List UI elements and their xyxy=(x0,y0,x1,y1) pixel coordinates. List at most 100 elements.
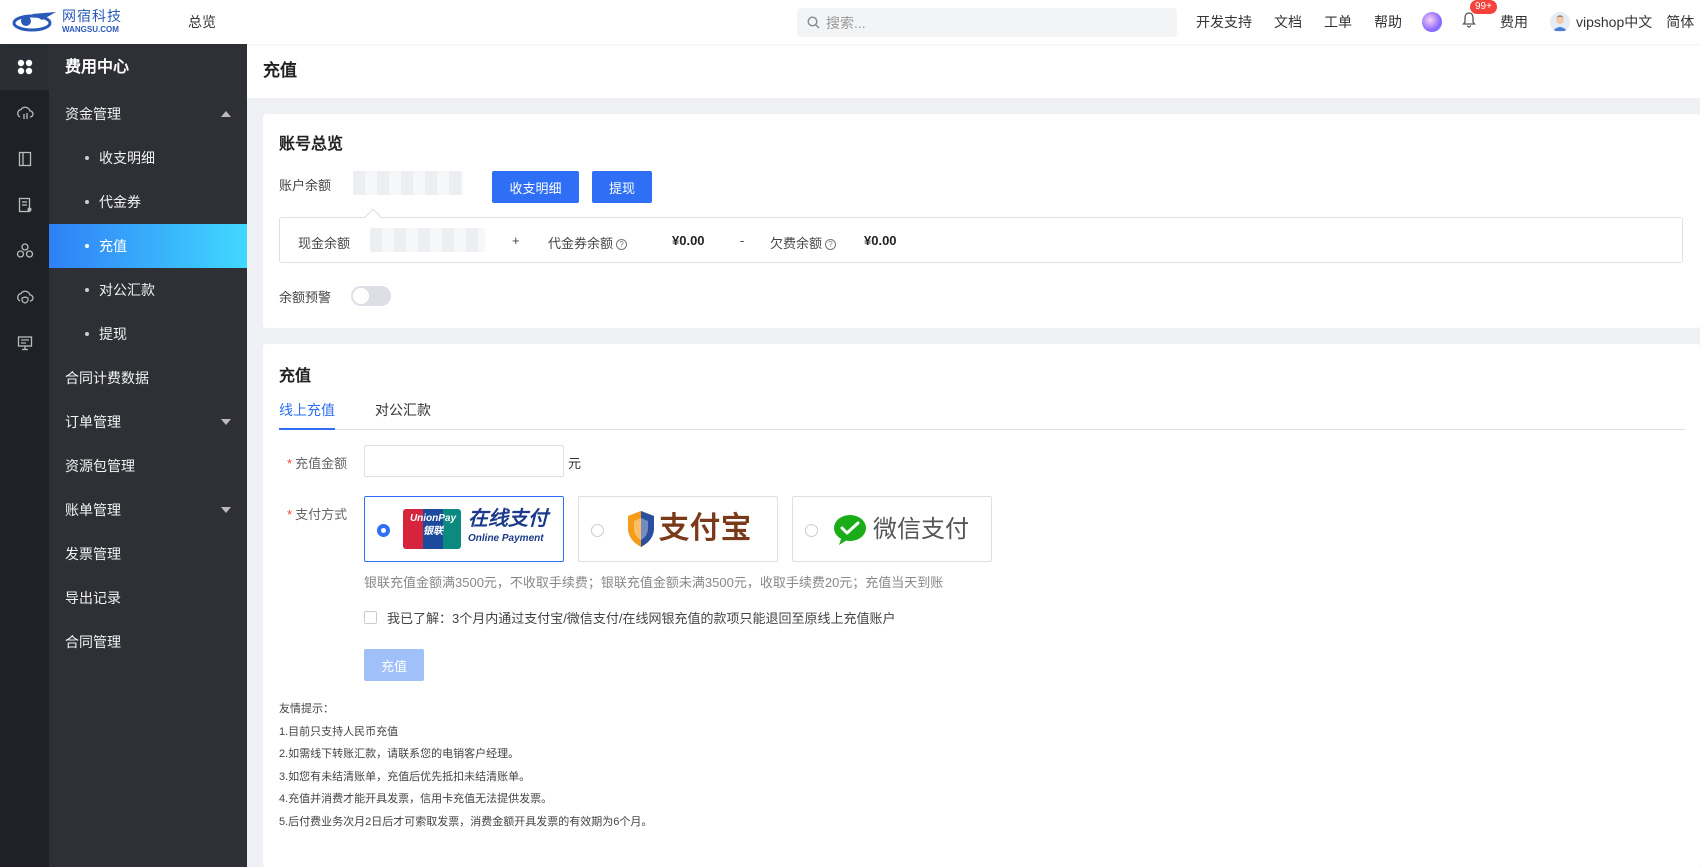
sidebar-item-exports[interactable]: 导出记录 xyxy=(49,576,247,620)
book-icon xyxy=(18,151,31,167)
minus-sign: - xyxy=(740,233,745,248)
sidebar-item-label: 代金券 xyxy=(99,194,141,210)
sidebar-item-contracts[interactable]: 合同管理 xyxy=(49,620,247,664)
logo[interactable]: 网宿科技 WANGSU.COM xyxy=(0,0,170,44)
transaction-detail-button[interactable]: 收支明细 xyxy=(492,171,579,203)
wechat-pay-text: 微信支付 xyxy=(873,516,969,543)
tips-title: 友情提示： xyxy=(279,703,334,715)
radio-icon xyxy=(805,524,818,537)
balance-warning-toggle[interactable] xyxy=(351,286,391,306)
account-balance-value-redacted xyxy=(353,171,463,195)
nav-dev-support[interactable]: 开发支持 xyxy=(1196,12,1252,32)
bell-icon xyxy=(1462,12,1476,28)
payment-method-label: * 支付方式 xyxy=(287,507,348,522)
amount-label: * 充值金额 xyxy=(287,456,348,471)
cloud-icon xyxy=(16,106,34,119)
avatar[interactable] xyxy=(1550,12,1570,32)
nav-tickets[interactable]: 工单 xyxy=(1324,12,1352,32)
sidebar-item-bills[interactable]: 账单管理 xyxy=(49,488,247,532)
tip-line: 1.目前只支持人民币充值 xyxy=(279,725,399,738)
sidebar-item-label: 导出记录 xyxy=(65,590,121,606)
logo-cn-text: 网宿科技 xyxy=(62,9,122,25)
account-overview-title: 账号总览 xyxy=(279,136,344,153)
recharge-title: 充值 xyxy=(279,368,312,385)
tab-online-recharge[interactable]: 线上充值 xyxy=(279,400,335,430)
submit-recharge-button[interactable]: 充值 xyxy=(364,649,424,681)
cash-balance-label: 现金余额 xyxy=(298,236,351,251)
radio-icon xyxy=(591,524,604,537)
sidebar-item-transactions[interactable]: 收支明细 xyxy=(49,136,247,180)
sidebar-item-label: 合同计费数据 xyxy=(65,370,149,386)
ai-assistant-icon[interactable] xyxy=(1422,12,1442,32)
icon-rail xyxy=(0,44,49,867)
rail-security[interactable] xyxy=(0,274,49,320)
rail-network[interactable] xyxy=(0,228,49,274)
payment-option-unionpay[interactable]: UnionPay 银联 在线支付 Online Payment xyxy=(364,496,564,562)
amount-input[interactable] xyxy=(364,445,564,477)
rail-storage[interactable] xyxy=(0,136,49,182)
sidebar-item-invoices[interactable]: 发票管理 xyxy=(49,532,247,576)
unionpay-cn-text: 在线支付 xyxy=(468,508,548,530)
sidebar-item-label: 资金管理 xyxy=(65,106,121,122)
cloud-shield-icon xyxy=(16,290,34,304)
page-title: 充值 xyxy=(263,61,297,80)
nav-help[interactable]: 帮助 xyxy=(1374,12,1402,32)
account-overview-card: 账号总览 账户余额 收支明细 提现 现金余额 + 代金券余额? ¥0.00 - … xyxy=(263,114,1700,328)
unionpay-en-text: Online Payment xyxy=(468,533,544,544)
balance-warning-label: 余额预警 xyxy=(279,290,332,305)
sidebar-item-orders[interactable]: 订单管理 xyxy=(49,400,247,444)
alipay-text: 支付宝 xyxy=(659,512,752,545)
nav-fees[interactable]: 费用 xyxy=(1500,12,1528,32)
sidebar-item-funds[interactable]: 资金管理 xyxy=(49,92,247,136)
search-input[interactable]: 搜索... xyxy=(797,8,1177,37)
rail-cdn[interactable] xyxy=(0,90,49,136)
notification-button[interactable]: 99+ xyxy=(1462,0,1497,32)
payment-option-alipay[interactable]: 支付宝 xyxy=(578,496,778,562)
amount-unit: 元 xyxy=(568,456,582,471)
notification-badge: 99+ xyxy=(1470,0,1497,14)
alipay-shield-icon xyxy=(628,511,654,547)
payment-option-wechat[interactable]: 微信支付 xyxy=(792,496,992,562)
withdraw-button[interactable]: 提现 xyxy=(592,171,652,203)
unionpay-name: UnionPay xyxy=(409,513,457,524)
grid-icon xyxy=(17,59,32,75)
payment-note: 银联充值金额满3500元，不收取手续费；银联充值金额未满3500元，收取手续费2… xyxy=(364,575,944,590)
rail-dashboard[interactable] xyxy=(0,44,49,90)
tip-line: 3.如您有未结清账单，充值后优先抵扣未结清账单。 xyxy=(279,770,531,783)
voucher-balance-amount: ¥0.00 xyxy=(672,233,705,248)
tips-section: 友情提示： 1.目前只支持人民币充值 2.如需线下转账汇款，请联系您的电销客户经… xyxy=(279,698,652,833)
balance-breakdown: 现金余额 + 代金券余额? ¥0.00 - 欠费余额? ¥0.00 xyxy=(279,208,1683,263)
sidebar-item-contract-billing[interactable]: 合同计费数据 xyxy=(49,356,247,400)
sidebar-item-bank-transfer[interactable]: 对公汇款 xyxy=(49,268,247,312)
page-header: 充值 xyxy=(247,44,1700,98)
document-icon xyxy=(18,197,31,213)
sidebar: 费用中心 资金管理 收支明细 代金券 充值 对公汇款 提现 合同计费数据 订单管… xyxy=(49,44,247,867)
rail-monitor[interactable] xyxy=(0,320,49,366)
nav-docs[interactable]: 文档 xyxy=(1274,12,1302,32)
sidebar-item-resource-packs[interactable]: 资源包管理 xyxy=(49,444,247,488)
recharge-card: 充值 线上充值 对公汇款 * 充值金额 元 * 支付方式 UnionPay 银联 在… xyxy=(263,344,1700,867)
logo-en-text: WANGSU.COM xyxy=(62,25,119,34)
chevron-down-icon xyxy=(221,419,231,425)
cash-balance-value-redacted xyxy=(370,228,485,252)
chevron-down-icon xyxy=(221,507,231,513)
tip-line: 4.充值并消费才能开具发票，信用卡充值无法提供发票。 xyxy=(279,793,553,805)
language-switch[interactable]: 简体 xyxy=(1666,12,1694,32)
sidebar-item-recharge[interactable]: 充值 xyxy=(49,224,247,268)
radio-selected-icon xyxy=(377,524,390,537)
sidebar-item-withdraw[interactable]: 提现 xyxy=(49,312,247,356)
username[interactable]: vipshop中文 xyxy=(1576,12,1652,32)
arrears-balance-label: 欠费余额? xyxy=(770,233,837,252)
tab-bank-transfer[interactable]: 对公汇款 xyxy=(375,400,431,430)
sidebar-item-label: 发票管理 xyxy=(65,546,121,562)
agreement-row[interactable]: 我已了解：3个月内通过支付宝/微信支付/在线网银充值的款项只能退回至原线上充值账… xyxy=(364,608,895,627)
agreement-checkbox[interactable] xyxy=(364,611,377,624)
monitor-icon xyxy=(17,336,32,351)
rail-logs[interactable] xyxy=(0,182,49,228)
sidebar-item-label: 资源包管理 xyxy=(65,458,135,474)
voucher-balance-label: 代金券余额? xyxy=(548,233,628,252)
account-balance-label: 账户余额 xyxy=(279,178,332,193)
agreement-text: 我已了解：3个月内通过支付宝/微信支付/在线网银充值的款项只能退回至原线上充值账… xyxy=(387,611,896,626)
overview-link[interactable]: 总览 xyxy=(188,12,216,32)
sidebar-item-vouchers[interactable]: 代金券 xyxy=(49,180,247,224)
